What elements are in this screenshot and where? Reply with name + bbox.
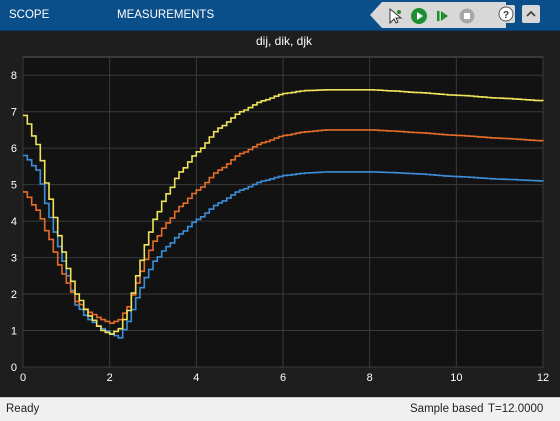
help-icon[interactable]: ? [497,5,515,23]
x-tick-label: 10 [450,372,462,384]
stop-icon[interactable] [458,7,476,25]
scope-chart: dij, dik, djk 0 2 4 6 8 10 12 012345678 [11,34,549,384]
y-tick-label: 5 [11,180,17,192]
y-tick-label: 1 [11,326,17,338]
x-tick-labels: 0 2 4 6 8 10 12 [20,372,549,384]
scope-display: dij, dik, djk 0 2 4 6 8 10 12 012345678 [0,31,560,397]
chart-title: dij, dik, djk [256,34,313,48]
tab-scope[interactable]: SCOPE [9,0,49,30]
y-tick-label: 3 [11,253,17,265]
x-tick-label: 4 [193,372,199,384]
step-forward-icon[interactable] [434,7,452,25]
y-tick-labels: 0 1 2 3 4 5 6 7 8 [11,70,17,374]
x-tick-label: 12 [537,372,549,384]
collapse-icon[interactable] [522,5,540,23]
x-tick-label: 6 [280,372,286,384]
status-mode: Sample based [410,403,484,415]
x-tick-label: 0 [20,372,26,384]
run-icon[interactable] [410,7,428,25]
highlight-signal-icon[interactable] [386,7,404,25]
y-tick-label: 0 [11,362,17,374]
status-time: T=12.0000 [488,403,544,415]
svg-text:?: ? [503,10,509,21]
y-tick-label: 8 [11,70,17,82]
y-tick-label: 2 [11,289,17,301]
status-ready: Ready [6,403,40,415]
x-tick-label: 8 [367,372,373,384]
y-tick-label: 6 [11,143,17,155]
simulation-toolbar [370,2,506,28]
y-tick-label: 4 [11,216,17,228]
y-tick-label: 7 [11,107,17,119]
status-bar: Ready Sample based T=12.0000 [0,397,560,421]
toolstrip: SCOPE MEASUREMENTS ? [0,0,560,31]
x-tick-label: 2 [107,372,113,384]
tab-measurements[interactable]: MEASUREMENTS [117,0,214,30]
